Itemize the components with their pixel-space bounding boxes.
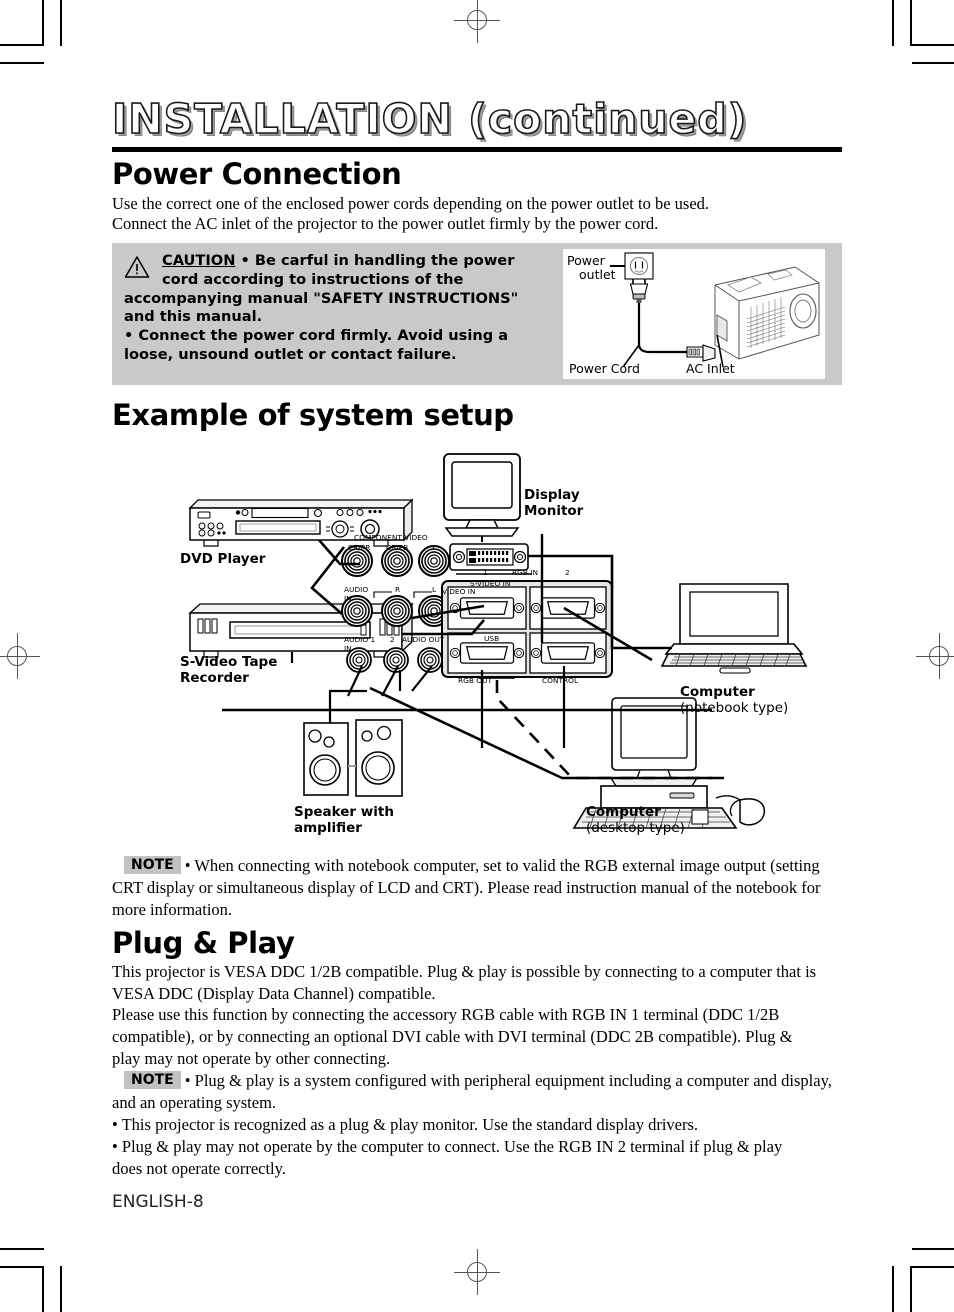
crop-mark-top-left-vertical [42, 0, 44, 46]
terminal-label-rgb-out: RGB OUT [458, 676, 493, 685]
notebook-computer-illustration [660, 583, 808, 674]
speaker-line2: amplifier [294, 819, 362, 836]
caution-box: CAUTION • Be carful in handling the powe… [112, 243, 842, 385]
power-connection-paragraph-line2: Connect the AC inlet of the projector to… [112, 214, 659, 233]
terminal-label-r: R [395, 585, 401, 594]
crop-mark-bottom-left-bleed-vertical [60, 1266, 62, 1312]
projector-power-illustration-panel: Power outlet Power Cord AC Inlet [563, 249, 825, 379]
crop-mark-top-right-bleed-vertical [892, 0, 894, 46]
caution-line-6: loose, unsound outlet or contact failure… [124, 346, 457, 364]
caution-line-5: • Connect the power cord firmly. Avoid u… [124, 327, 509, 345]
crop-mark-bottom-left-horizontal [0, 1266, 44, 1268]
page-footer: ENGLISH-8 [112, 1192, 204, 1212]
caution-line1-text: • Be carful in handling the power [240, 252, 515, 269]
display-monitor-line2: Monitor [524, 502, 584, 519]
svideo-recorder-line1: S-Video Tape [180, 654, 278, 670]
computer-notebook-line2: (notebook type) [680, 699, 789, 716]
plug-and-play-paragraph-1: This projector is VESA DDC 1/2B compatib… [112, 962, 817, 1003]
system-setup-diagram: COMPONENT VIDEO CR/PR CB/PB Y AUDIO IN R… [112, 448, 842, 853]
section-heading-system-setup: Example of system setup [112, 398, 514, 432]
crop-mark-bottom-left-bleed-horizontal [0, 1248, 44, 1250]
power-outlet-label-line1: Power [567, 253, 605, 268]
page-content: INSTALLATION (continued) Power Connectio… [111, 0, 842, 1312]
svideo-recorder-line2: Recorder [180, 669, 249, 686]
note-2-text-1: • Plug & play is a system configured wit… [112, 1071, 832, 1112]
illustration-label-ac-inlet: AC Inlet [686, 361, 735, 376]
speakers-illustration [303, 719, 403, 797]
illustration-label-power-cord: Power Cord [569, 361, 640, 376]
crop-mark-top-right-vertical [910, 0, 912, 46]
terminal-label-rgb-in-1: 1 [483, 568, 488, 577]
terminal-label-svideo-in: S-VIDEO IN [470, 579, 511, 588]
computer-notebook-line1: Computer [680, 684, 755, 700]
svideo-recorder-illustration [188, 602, 414, 658]
display-monitor-illustration [443, 453, 521, 537]
section-heading-plug-and-play: Plug & Play [112, 926, 295, 960]
section-heading-power-connection: Power Connection [112, 157, 402, 191]
note-badge-1: NOTE [124, 856, 181, 874]
crop-mark-top-right-bleed-horizontal [912, 62, 954, 64]
note-2-text-2: • This projector is recognized as a plug… [112, 1114, 699, 1134]
terminal-label-l: L [432, 585, 437, 594]
device-label-computer-desktop: Computer (desktop type) [586, 804, 685, 837]
caution-line-4: and this manual. [124, 308, 263, 326]
caution-label: CAUTION [162, 252, 236, 269]
page-title: INSTALLATION (continued) [111, 95, 748, 143]
terminal-label-audio-1-in: IN [344, 644, 352, 653]
terminal-label-cr-pr: CR/PR [348, 543, 371, 552]
computer-desktop-line2: (desktop type) [586, 819, 685, 836]
terminal-label-rgb-in: RGB IN [512, 568, 538, 577]
terminal-label-usb: USB [484, 634, 500, 643]
note-1-text: • When connecting with notebook computer… [112, 856, 821, 919]
terminal-label-audio-out: AUDIO OUT [402, 635, 445, 644]
terminal-label-video-in: VIDEO IN [442, 587, 476, 596]
crop-mark-bottom-right-horizontal [912, 1266, 954, 1268]
caution-line-1: CAUTION • Be carful in handling the powe… [124, 252, 569, 271]
caution-line-2: cord according to instructions of the [162, 270, 464, 288]
power-connection-paragraph-line1: Use the correct one of the enclosed powe… [112, 194, 710, 213]
crop-mark-bottom-left-vertical [42, 1266, 44, 1312]
device-label-computer-notebook: Computer (notebook type) [680, 684, 789, 717]
crop-mark-bottom-right-vertical [910, 1266, 912, 1312]
crop-mark-bottom-right-bleed-vertical [892, 1266, 894, 1312]
terminal-label-rgb-in-2: 2 [565, 568, 570, 577]
computer-desktop-line1: Computer [586, 804, 661, 820]
terminal-label-audio-in: IN [344, 594, 352, 603]
crop-mark-top-right-horizontal [912, 44, 954, 46]
speaker-line1: Speaker with [294, 804, 394, 820]
caution-line-3: accompanying manual "SAFETY INSTRUCTIONS… [124, 289, 519, 307]
crop-mark-top-left-horizontal [0, 44, 44, 46]
note-block-2: NOTE • Plug & play is a system configured… [112, 1070, 842, 1180]
terminal-label-component-video: COMPONENT VIDEO [354, 533, 428, 542]
power-outlet-label-line2: outlet [579, 267, 616, 282]
display-monitor-line1: Display [524, 487, 580, 503]
note-2-text-3: • Plug & play may not operate by the com… [112, 1136, 783, 1178]
note-block-1: NOTE • When connecting with notebook comp… [112, 855, 842, 921]
device-label-dvd-player: DVD Player [180, 551, 266, 567]
crop-mark-top-left-bleed-horizontal [0, 62, 44, 64]
device-label-display-monitor: Display Monitor [524, 487, 584, 520]
crop-mark-top-left-bleed-vertical [60, 0, 62, 46]
system-setup-diagram-svg [188, 453, 808, 829]
plug-and-play-paragraph-2: Please use this function by connecting t… [112, 1005, 793, 1068]
caution-text-block: CAUTION • Be carful in handling the powe… [124, 252, 569, 365]
device-label-speaker-amplifier: Speaker with amplifier [294, 804, 394, 837]
registration-mark-right-middle [916, 633, 954, 679]
title-rule [112, 147, 842, 152]
registration-mark-left-middle [0, 633, 40, 679]
terminal-label-audio: AUDIO [344, 585, 369, 594]
terminal-label-control: CONTROL [542, 676, 579, 685]
illustration-label-power-outlet: Power outlet [567, 254, 616, 282]
device-label-svideo-recorder: S-Video Tape Recorder [180, 654, 278, 687]
audio-video-in-jacks [341, 591, 459, 627]
terminal-label-audio-2: 2 [390, 635, 395, 644]
crop-mark-bottom-right-bleed-horizontal [912, 1248, 954, 1250]
terminal-label-audio-1: AUDIO 1 [344, 635, 376, 644]
note-badge-2: NOTE [124, 1071, 181, 1089]
terminal-label-cb-pb: CB/PB [386, 543, 409, 552]
terminal-label-y: Y [431, 543, 436, 552]
